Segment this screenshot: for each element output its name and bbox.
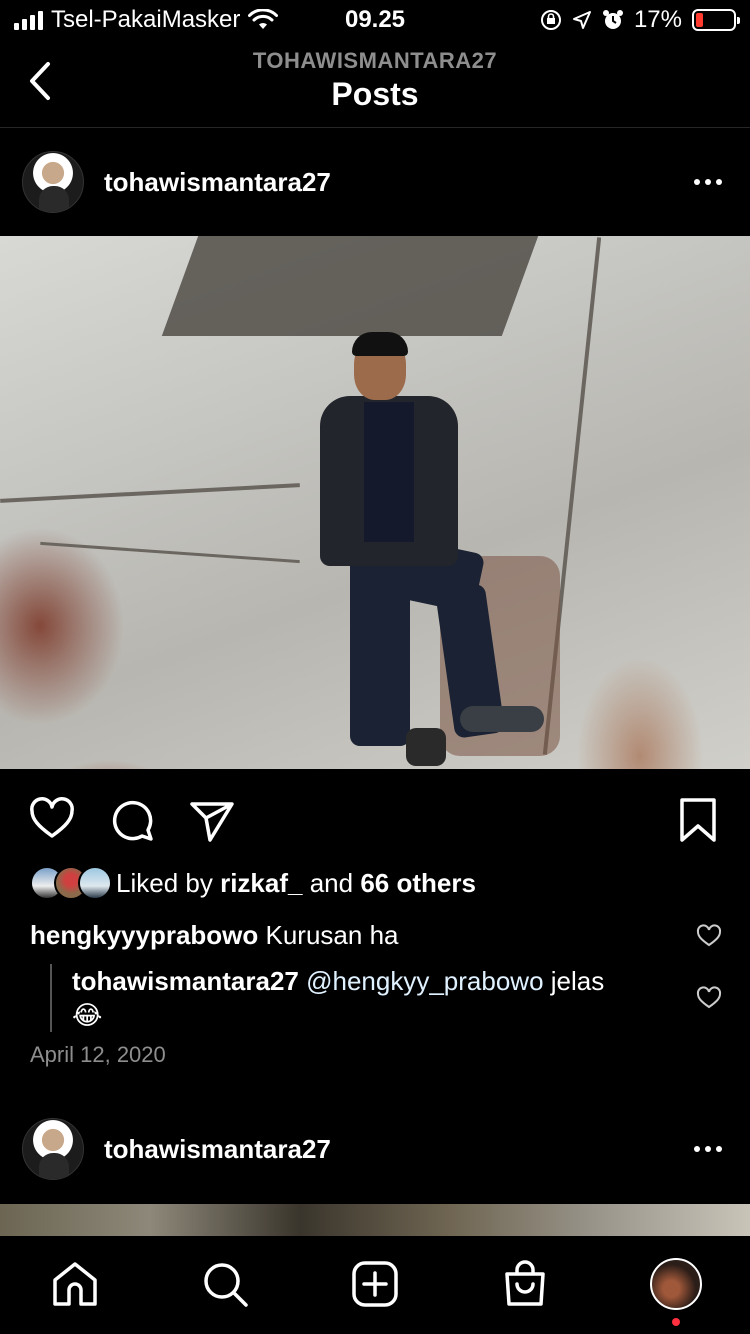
likes-summary[interactable]: Liked by rizkaf_ and 66 others — [30, 866, 476, 900]
battery-percent: 17% — [633, 6, 682, 33]
comment-username[interactable]: hengkyyyprabowo — [30, 920, 258, 950]
reply-mention[interactable]: @hengkyy_prabowo — [299, 966, 543, 996]
alarm-icon — [602, 10, 623, 29]
battery-icon — [692, 9, 740, 31]
reply-username[interactable]: tohawismantara27 — [72, 966, 299, 996]
comment-like-icon[interactable] — [696, 924, 722, 948]
notification-dot — [672, 1318, 680, 1326]
liked-by-prefix: Liked by — [116, 867, 213, 898]
liked-by-others[interactable]: 66 others — [360, 868, 476, 899]
liked-by-user[interactable]: rizkaf_ — [220, 868, 302, 899]
comment: hengkyyyprabowo Kurusan ha — [30, 918, 399, 952]
status-bar: Tsel-PakaiMasker 09.25 17% — [0, 0, 750, 40]
post-date: April 12, 2020 — [30, 1042, 166, 1067]
comment-icon[interactable] — [108, 796, 156, 844]
post-photo-2[interactable] — [0, 1204, 750, 1236]
avatar[interactable] — [22, 151, 84, 213]
post-username[interactable]: tohawismantara27 — [104, 167, 331, 198]
bookmark-icon[interactable] — [674, 796, 722, 844]
reply-emoji: 😂 — [72, 1000, 103, 1030]
post-actions — [0, 790, 750, 846]
liker-avatars — [30, 866, 112, 900]
post-header: tohawismantara27 — [0, 132, 750, 232]
search-icon[interactable] — [201, 1260, 249, 1308]
comment-text: Kurusan ha — [258, 920, 399, 950]
heart-icon[interactable] — [28, 796, 76, 844]
more-icon[interactable] — [694, 1146, 722, 1152]
location-icon — [572, 11, 591, 29]
nav-header: TOHAWISMANTARA27 Posts — [0, 40, 750, 128]
new-post-icon[interactable] — [351, 1260, 399, 1308]
avatar[interactable] — [22, 1118, 84, 1180]
post-username-2[interactable]: tohawismantara27 — [104, 1134, 331, 1165]
page-title: Posts — [331, 76, 419, 112]
reply-text: jelas — [543, 966, 605, 996]
post-header-2: tohawismantara27 — [0, 1100, 750, 1200]
shop-icon[interactable] — [501, 1260, 549, 1308]
profile-avatar[interactable] — [650, 1258, 702, 1310]
home-icon[interactable] — [51, 1260, 99, 1308]
post-photo[interactable] — [0, 236, 750, 769]
profile-username-subtitle: TOHAWISMANTARA27 — [252, 48, 498, 73]
share-icon[interactable] — [188, 796, 236, 844]
more-icon[interactable] — [694, 179, 722, 185]
reply-like-icon[interactable] — [696, 986, 722, 1010]
liked-by-and: and — [309, 867, 354, 898]
person-figure — [320, 332, 550, 766]
comment-reply: tohawismantara27 @hengkyy_prabowo jelas … — [50, 964, 670, 1032]
bottom-tab-bar — [0, 1236, 750, 1334]
rotation-lock-icon — [540, 10, 561, 30]
